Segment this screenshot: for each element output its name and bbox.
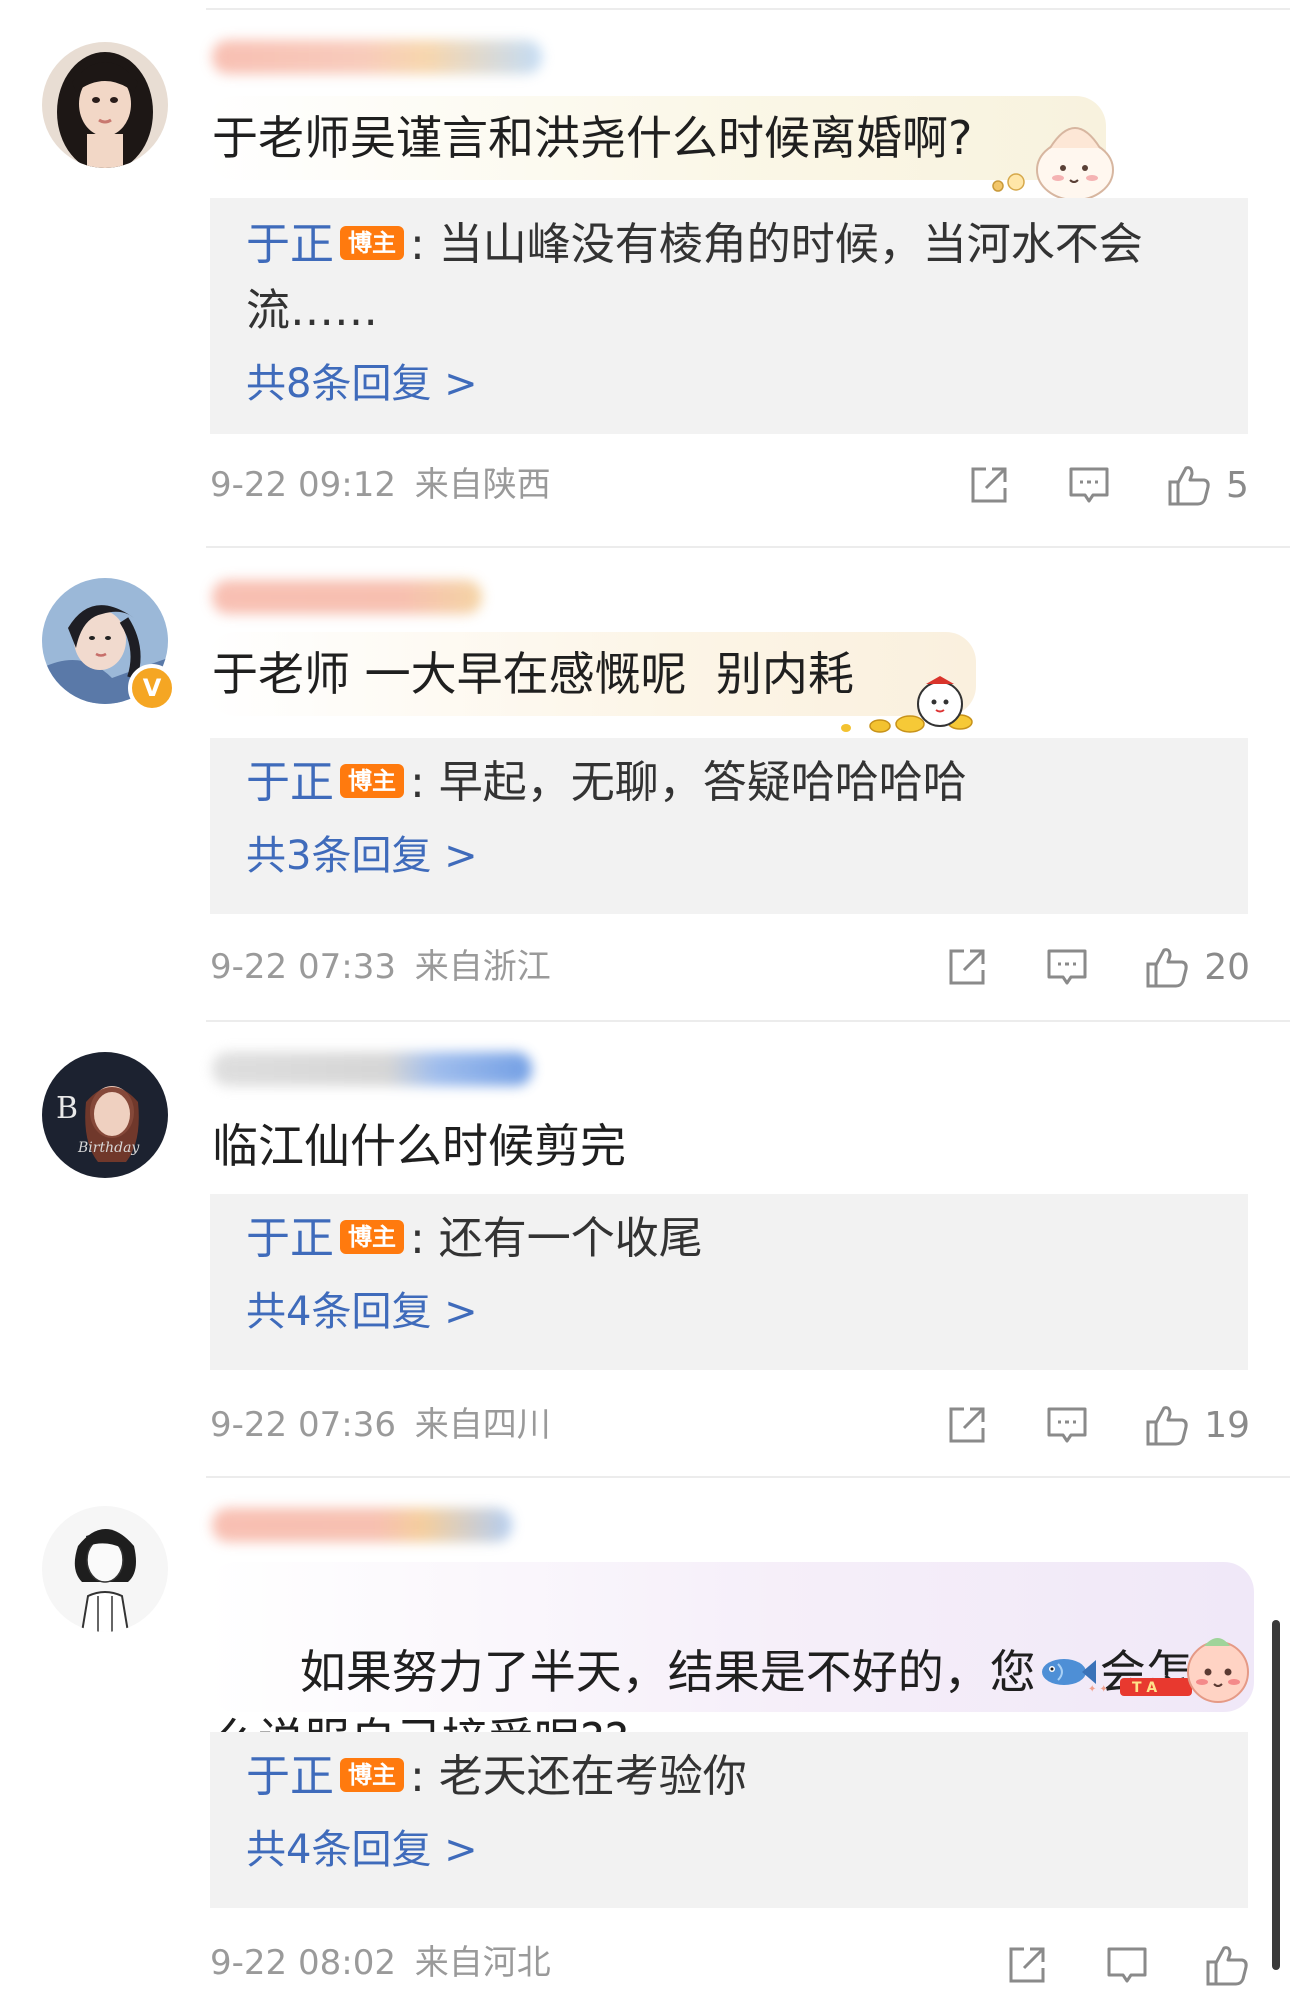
share-icon[interactable] — [944, 1402, 990, 1448]
thumbs-up-icon[interactable] — [1144, 944, 1190, 990]
view-replies-link[interactable]: 共3条回复 > — [246, 826, 478, 886]
divider — [206, 1020, 1290, 1022]
comment-location: 来自河北 — [414, 1943, 551, 1983]
comment-icon[interactable] — [1044, 944, 1090, 990]
share-icon[interactable] — [1004, 1942, 1050, 1988]
comment-meta: 9-22 07:36 来自四川 — [210, 1400, 551, 1450]
like-count: 19 — [1204, 1404, 1250, 1446]
reply-preview-line: 于正 博主: 早起，无聊，答疑哈哈哈哈 — [246, 750, 1198, 816]
username-blurred[interactable] — [212, 1052, 532, 1086]
comment-icon[interactable] — [1104, 1942, 1150, 1988]
username-blurred[interactable] — [212, 580, 482, 614]
comment-actions — [950, 1938, 1250, 2008]
reply-text: : 老天还在考验你 — [410, 1751, 747, 1802]
view-replies-link[interactable]: 共4条回复 > — [246, 1820, 478, 1880]
comment-location: 来自四川 — [414, 1405, 551, 1445]
divider — [206, 1476, 1290, 1478]
view-replies-link[interactable]: 共4条回复 > — [246, 1282, 478, 1342]
comment-date: 9-22 07:36 — [210, 1405, 396, 1445]
like-count: 5 — [1226, 464, 1249, 506]
username-blurred[interactable] — [212, 40, 542, 74]
reply-preview-box[interactable]: 于正 博主: 老天还在考验你 共4条回复 > — [210, 1732, 1248, 1908]
reply-text: : 早起，无聊，答疑哈哈哈哈 — [410, 757, 967, 808]
reply-preview-line: 于正 博主: 还有一个收尾 — [246, 1206, 1198, 1272]
comment-meta: 9-22 07:33 来自浙江 — [210, 942, 551, 992]
reply-author[interactable]: 于正 — [246, 1213, 334, 1264]
comment-date: 9-22 08:02 — [210, 1943, 396, 1983]
comment-list: 于老师吴谨言和洪尧什么时候离婚啊? 于正 博主: 当山峰没有棱角的时候，当河水不会… — [0, 0, 1290, 2008]
comment-text-part: 如果努力了半天，结果是不好的，您 — [299, 1645, 1036, 1699]
sheep-sticker-icon — [992, 127, 1114, 201]
comment-date: 9-22 09:12 — [210, 465, 396, 505]
thumbs-up-icon[interactable] — [1204, 1942, 1250, 1988]
svg-text:Birthday: Birthday — [77, 1140, 140, 1156]
reply-author[interactable]: 于正 — [246, 1751, 334, 1802]
comment-icon[interactable] — [1066, 462, 1112, 508]
reply-preview-box[interactable]: 于正 博主: 早起，无聊，答疑哈哈哈哈 共3条回复 > — [210, 738, 1248, 914]
comment-location: 来自浙江 — [414, 947, 551, 987]
username-blurred[interactable] — [212, 1508, 512, 1542]
reply-preview-line: 于正 博主: 老天还在考验你 — [246, 1744, 1198, 1810]
scrollbar[interactable] — [1272, 1620, 1280, 1970]
comment-actions: 5 — [912, 460, 1250, 510]
comment-location: 来自陕西 — [414, 465, 551, 505]
share-icon[interactable] — [966, 462, 1012, 508]
avatar[interactable] — [42, 1506, 168, 1632]
peach-sticker-icon: ✦ ✦ T A — [1088, 1638, 1249, 1703]
comment-actions: 20 — [890, 942, 1250, 992]
reply-author[interactable]: 于正 — [246, 219, 334, 270]
reply-preview-box[interactable]: 于正 博主: 还有一个收尾 共4条回复 > — [210, 1194, 1248, 1370]
reply-text: : 还有一个收尾 — [410, 1213, 703, 1264]
like-count: 20 — [1204, 946, 1250, 988]
comment-actions: 19 — [890, 1400, 1250, 1450]
reply-author[interactable]: 于正 — [246, 757, 334, 808]
reply-preview-line: 于正 博主: 当山峰没有棱角的时候，当河水不会流…… — [246, 212, 1198, 344]
svg-text:T A: T A — [1132, 1680, 1157, 1696]
svg-text:B: B — [56, 1091, 78, 1126]
comment-meta: 9-22 08:02 来自河北 — [210, 1938, 551, 1988]
comment-item: 于老师吴谨言和洪尧什么时候离婚啊? 于正 博主: 当山峰没有棱角的时候，当河水不会… — [0, 0, 1290, 540]
divider — [206, 546, 1290, 548]
view-replies-link[interactable]: 共8条回复 > — [246, 354, 478, 414]
comment-date: 9-22 07:33 — [210, 947, 396, 987]
author-badge: 博主 — [340, 226, 404, 260]
author-badge: 博主 — [340, 764, 404, 798]
avatar[interactable] — [42, 42, 168, 168]
thumbs-up-icon[interactable] — [1144, 1402, 1190, 1448]
verified-badge-icon: V — [128, 664, 176, 712]
comment-text: 临江仙什么时候剪完 — [212, 1119, 626, 1173]
comment-meta: 9-22 09:12 来自陕西 — [210, 460, 551, 510]
author-badge: 博主 — [340, 1220, 404, 1254]
svg-text:✦ ✦: ✦ ✦ — [1088, 1684, 1108, 1695]
comment-text: 于老师 一大早在感慨呢 别内耗 — [212, 647, 854, 701]
lucky-cat-sticker-icon — [841, 676, 973, 733]
avatar[interactable]: B Birthday — [42, 1052, 168, 1178]
reply-preview-box[interactable]: 于正 博主: 当山峰没有棱角的时候，当河水不会流…… 共8条回复 > — [210, 198, 1248, 434]
thumbs-up-icon[interactable] — [1166, 462, 1212, 508]
comment-icon[interactable] — [1044, 1402, 1090, 1448]
author-badge: 博主 — [340, 1758, 404, 1792]
share-icon[interactable] — [944, 944, 990, 990]
